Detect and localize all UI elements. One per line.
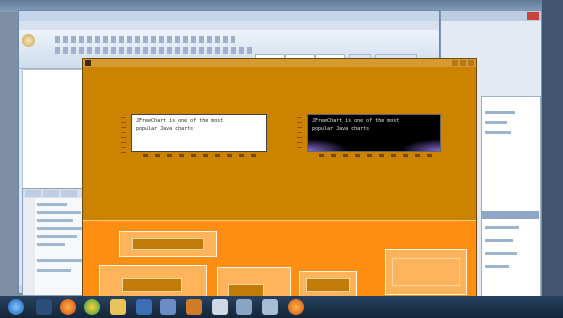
chart-right-glow [308, 139, 348, 151]
property-row[interactable] [485, 252, 517, 255]
code-line[interactable] [37, 219, 73, 222]
control-panel-4 [299, 271, 357, 299]
explorer-icon[interactable] [36, 299, 52, 315]
ide-taskbar-icon[interactable] [160, 299, 176, 315]
window-controls[interactable] [452, 60, 474, 66]
code-line[interactable] [37, 203, 67, 206]
property-row[interactable] [485, 239, 513, 242]
line-number-gutter [23, 198, 35, 295]
start-button-icon[interactable] [8, 299, 24, 315]
chart-left-x-ticks [143, 154, 263, 157]
chart-right-x-ticks [319, 154, 439, 157]
code-line[interactable] [37, 227, 87, 230]
paragraph-toolbar-row[interactable] [55, 47, 255, 54]
action-button-2[interactable] [122, 278, 182, 292]
code-line[interactable] [37, 259, 83, 262]
font-toolbar-row[interactable] [55, 36, 235, 43]
close-icon[interactable] [527, 12, 539, 20]
windows-taskbar [0, 296, 563, 318]
code-line[interactable] [37, 235, 77, 238]
java-icon [85, 60, 91, 66]
properties-title-bar[interactable] [441, 11, 541, 21]
word-ribbon-tabs[interactable] [19, 21, 439, 30]
action-button-1[interactable] [132, 238, 204, 250]
desktop-side-strip [542, 0, 563, 300]
chart-right-y-ticks [297, 117, 302, 151]
action-button-4[interactable] [306, 278, 350, 292]
java-app-frame[interactable]: JFreeChart is one of the most popular Ja… [82, 58, 477, 307]
property-row[interactable] [485, 131, 511, 134]
chart-right-glow [400, 139, 440, 151]
code-line[interactable] [37, 243, 65, 246]
notepad-icon[interactable] [212, 299, 228, 315]
code-line[interactable] [37, 211, 81, 214]
tool-icon[interactable] [236, 299, 252, 315]
code-line[interactable] [37, 269, 71, 272]
firefox-icon[interactable] [288, 299, 304, 315]
media-player-icon[interactable] [60, 299, 76, 315]
chart-right-canvas: JFreeChart is one of the most popular Ja… [307, 114, 441, 152]
chart-left-canvas: JFreeChart is one of the most popular Ja… [131, 114, 267, 152]
chart-left-placeholder: JFreeChart is one of the most popular Ja… [136, 118, 224, 132]
java-taskbar-icon[interactable] [186, 299, 202, 315]
properties-section-header[interactable] [481, 211, 539, 219]
folder-icon[interactable] [110, 299, 126, 315]
property-row[interactable] [485, 265, 509, 268]
control-panel-5 [385, 249, 467, 295]
lower-panel [83, 221, 476, 307]
office-button-icon[interactable] [22, 34, 35, 47]
property-row[interactable] [485, 111, 515, 114]
frame-title-bar[interactable] [83, 59, 476, 67]
chart-right-placeholder: JFreeChart is one of the most popular Ja… [312, 118, 400, 132]
property-row[interactable] [485, 226, 519, 229]
control-panel-1 [119, 231, 217, 257]
word-title-bar[interactable] [19, 11, 439, 21]
app-icon[interactable] [262, 299, 278, 315]
word-taskbar-icon[interactable] [136, 299, 152, 315]
chart-left-y-ticks [121, 117, 126, 153]
action-button-5[interactable] [392, 258, 460, 286]
property-row[interactable] [485, 121, 507, 124]
chrome-icon[interactable] [84, 299, 100, 315]
